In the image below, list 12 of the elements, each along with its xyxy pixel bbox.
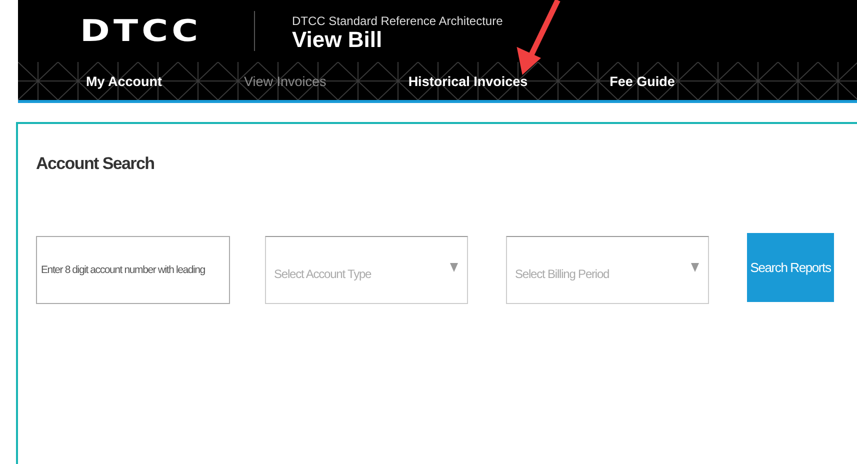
nav-tab[interactable]: Fee Guide: [610, 74, 675, 88]
caret-icon: [691, 263, 699, 272]
account-number-field[interactable]: Enter 8 digit account number with leading: [36, 236, 230, 304]
section-heading: Account Search: [36, 154, 156, 174]
nav-tab[interactable]: Historical Invoices: [408, 74, 528, 88]
app-subtitle: DTCC Standard Reference Architecture: [292, 14, 503, 28]
caret-icon: [450, 263, 458, 272]
page-title: View Bill: [292, 28, 384, 52]
nav-tab[interactable]: My Account: [86, 74, 162, 88]
nav-tab[interactable]: View Invoices: [244, 74, 326, 88]
logo: DTCC: [80, 14, 203, 48]
search-reports-button[interactable]: Search Reports: [747, 232, 834, 302]
